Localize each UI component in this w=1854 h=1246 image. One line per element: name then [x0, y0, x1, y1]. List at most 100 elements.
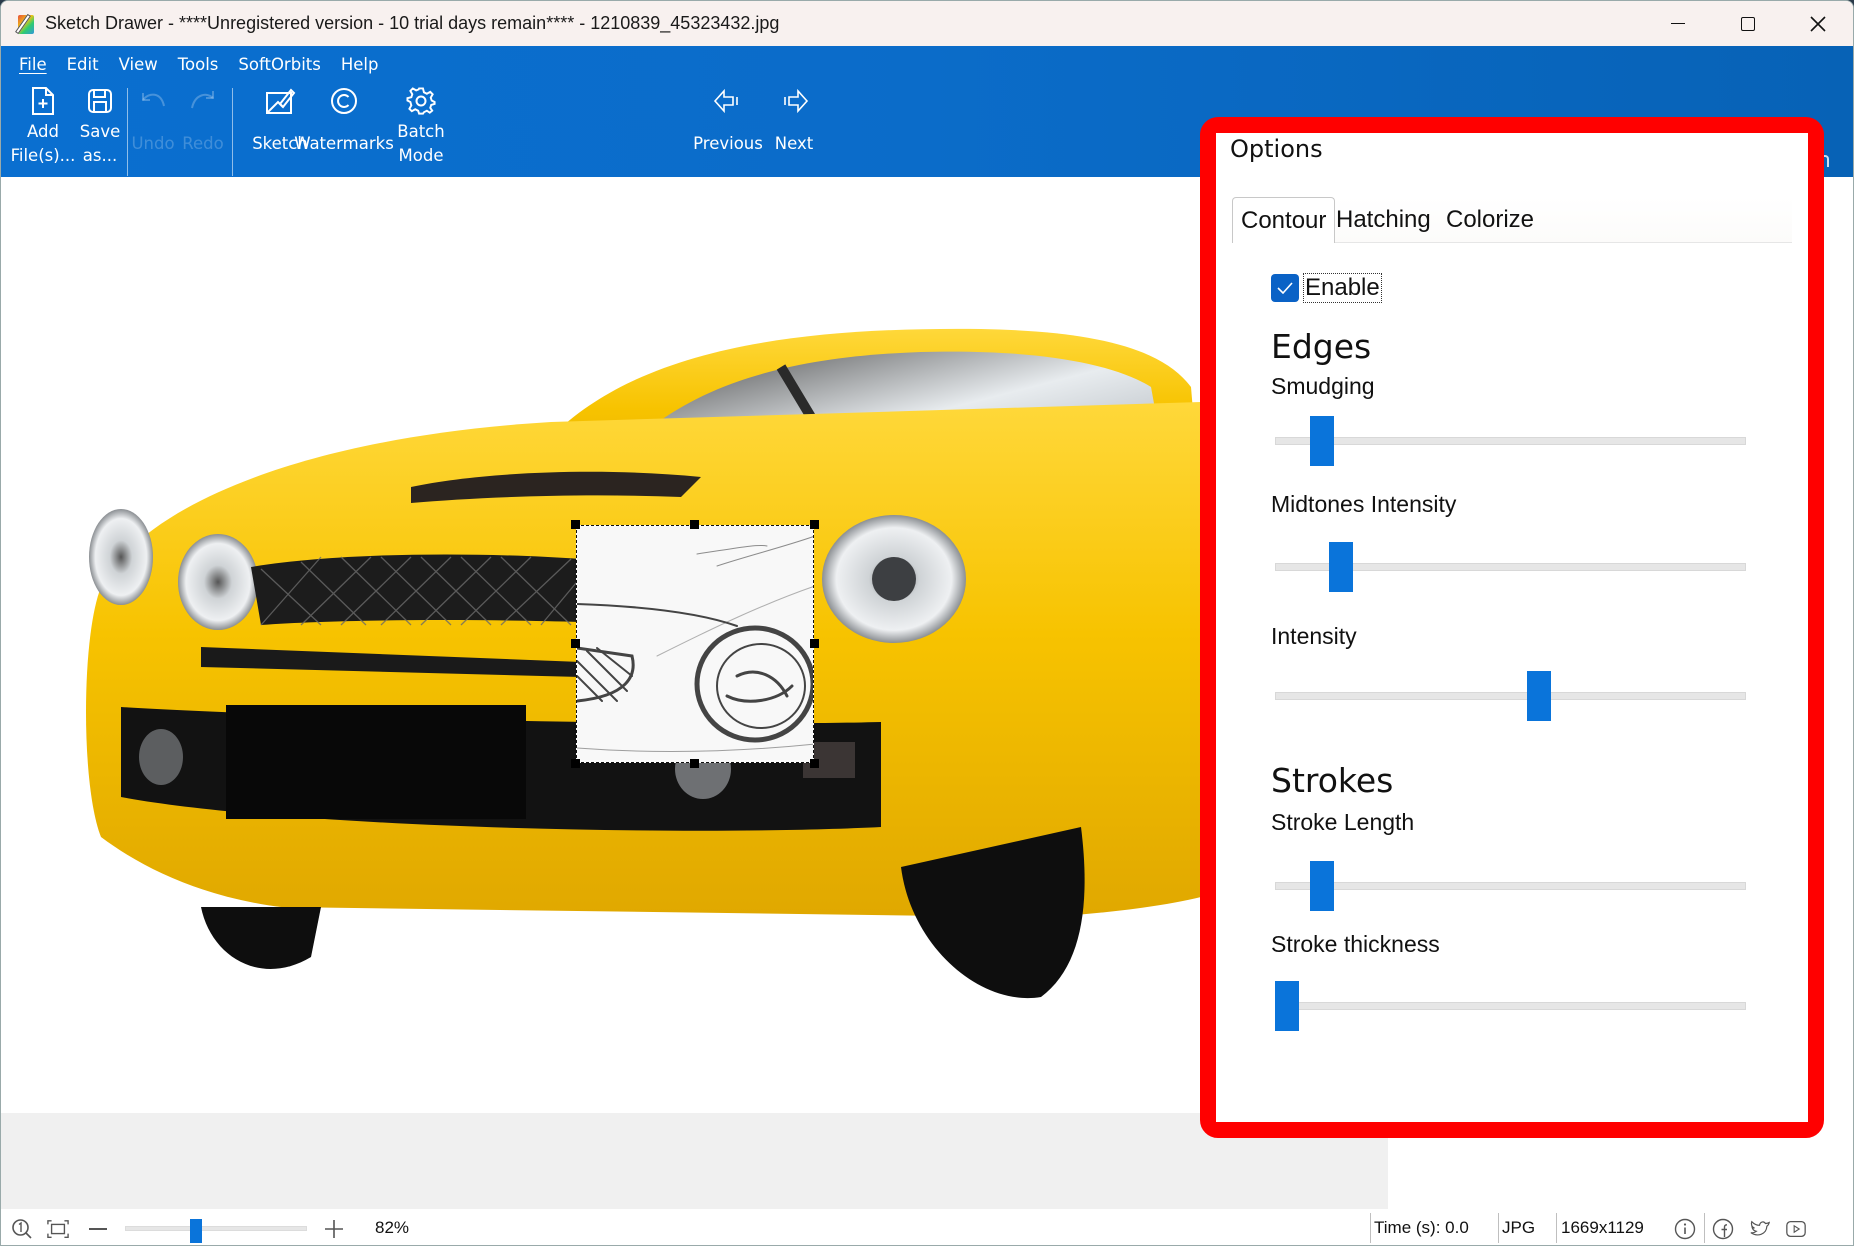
- selection-handle[interactable]: [571, 759, 580, 768]
- app-window: Sketch Drawer - ****Unregistered version…: [0, 0, 1854, 1246]
- canvas-background: [1, 1113, 1388, 1209]
- zoom-slider-track[interactable]: [125, 1226, 307, 1231]
- close-button[interactable]: [1783, 1, 1853, 46]
- selection-handle[interactable]: [690, 759, 699, 768]
- toolbar-separator: [232, 88, 233, 176]
- enable-checkbox[interactable]: [1271, 274, 1299, 302]
- slider-thumb[interactable]: [1526, 671, 1551, 721]
- minimize-button[interactable]: [1643, 1, 1713, 46]
- slider-thumb[interactable]: [1310, 861, 1335, 911]
- copyright-icon: [331, 88, 357, 114]
- sketch-icon: [266, 88, 296, 114]
- actual-size-button[interactable]: [11, 1218, 33, 1240]
- slider-thumb[interactable]: [1275, 981, 1299, 1031]
- redo-icon: [191, 91, 214, 109]
- statusbar-separator: [1704, 1213, 1705, 1243]
- statusbar-separator: [1370, 1213, 1371, 1243]
- slider-thumb[interactable]: [1310, 416, 1335, 466]
- add-files-button[interactable]: Add File(s)...: [11, 82, 75, 168]
- save-as-button[interactable]: Save as...: [75, 82, 125, 168]
- sketch-drawer-app-icon: [15, 13, 37, 35]
- menu-tools[interactable]: Tools: [168, 52, 229, 78]
- tab-hatching[interactable]: Hatching: [1328, 197, 1439, 243]
- watermarks-button[interactable]: Watermarks: [294, 82, 394, 156]
- slider-track[interactable]: [1275, 882, 1746, 890]
- checkmark-icon: [1277, 282, 1293, 294]
- title-bar: Sketch Drawer - ****Unregistered version…: [1, 1, 1853, 46]
- fit-to-window-button[interactable]: [47, 1218, 69, 1240]
- menu-view[interactable]: View: [109, 52, 168, 78]
- image-dimensions: 1669x1129: [1561, 1218, 1644, 1237]
- statusbar-separator: [1498, 1213, 1499, 1243]
- arrow-left-icon: [713, 88, 738, 114]
- maximize-button[interactable]: [1713, 1, 1783, 46]
- minus-icon: [89, 1228, 107, 1230]
- slider-track[interactable]: [1275, 1002, 1746, 1010]
- plus-icon: [325, 1220, 343, 1238]
- midtones-intensity-slider[interactable]: [1275, 542, 1746, 592]
- selection-handle[interactable]: [571, 520, 580, 529]
- menu-edit[interactable]: Edit: [57, 52, 109, 78]
- status-bar: 82% Time (s): 0.0 JPG 1669x1129: [1, 1209, 1853, 1245]
- arrow-right-icon: [784, 88, 809, 114]
- options-title: Options: [1230, 135, 1323, 163]
- image-format: JPG: [1502, 1218, 1536, 1237]
- intensity-label: Intensity: [1271, 623, 1357, 649]
- menu-help[interactable]: Help: [331, 52, 389, 78]
- menu-bar: File Edit View Tools SoftOrbits Help: [9, 52, 388, 78]
- tab-colorize[interactable]: Colorize: [1438, 197, 1542, 243]
- add-file-icon: [32, 87, 54, 115]
- next-button[interactable]: Next: [767, 82, 821, 156]
- undo-icon: [142, 93, 165, 107]
- sketch-preview-image: [577, 526, 813, 762]
- zoom-actual-size-icon: [12, 1219, 32, 1239]
- facebook-button[interactable]: [1712, 1218, 1734, 1240]
- zoom-in-button[interactable]: [323, 1218, 345, 1240]
- statusbar-separator: [1556, 1213, 1557, 1243]
- selection-handle[interactable]: [810, 759, 819, 768]
- zoom-percent: 82%: [375, 1218, 410, 1237]
- save-icon: [88, 89, 112, 113]
- enable-label: Enable: [1303, 273, 1382, 303]
- stroke-length-slider[interactable]: [1275, 861, 1746, 911]
- gear-icon: [406, 87, 436, 115]
- slider-track[interactable]: [1275, 692, 1746, 700]
- processing-time: Time (s): 0.0: [1374, 1218, 1469, 1237]
- facebook-icon: [1712, 1218, 1734, 1240]
- maximize-icon: [1741, 16, 1755, 31]
- zoom-slider-thumb[interactable]: [189, 1219, 202, 1243]
- selection-handle[interactable]: [810, 520, 819, 529]
- window-title: Sketch Drawer - ****Unregistered version…: [45, 13, 780, 33]
- stroke-length-label: Stroke Length: [1271, 809, 1415, 835]
- info-icon: [1674, 1218, 1696, 1240]
- stroke-thickness-slider[interactable]: [1275, 981, 1746, 1031]
- menu-file[interactable]: File: [9, 52, 57, 78]
- midtones-intensity-label: Midtones Intensity: [1271, 491, 1457, 517]
- previous-button[interactable]: Previous: [693, 82, 763, 156]
- twitter-icon: [1750, 1220, 1771, 1236]
- zoom-out-button[interactable]: [87, 1218, 109, 1240]
- stroke-thickness-label: Stroke thickness: [1271, 931, 1440, 957]
- selection-handle[interactable]: [810, 639, 819, 648]
- twitter-button[interactable]: [1749, 1218, 1771, 1240]
- selection-handle[interactable]: [690, 520, 699, 529]
- undo-button[interactable]: Undo: [131, 82, 175, 156]
- selection-handle[interactable]: [571, 639, 580, 648]
- sketch-preview-selection[interactable]: [576, 525, 814, 763]
- batch-mode-button[interactable]: Batch Mode: [393, 82, 449, 168]
- toolbar-separator: [127, 88, 128, 176]
- intensity-slider[interactable]: [1275, 671, 1746, 721]
- menu-softorbits[interactable]: SoftOrbits: [228, 52, 330, 78]
- redo-button[interactable]: Redo: [181, 82, 225, 156]
- youtube-button[interactable]: [1785, 1218, 1807, 1240]
- info-button[interactable]: [1674, 1218, 1696, 1240]
- options-tabs: Contour Hatching Colorize: [1232, 197, 1792, 243]
- tab-contour[interactable]: Contour: [1232, 197, 1336, 243]
- slider-track[interactable]: [1275, 437, 1746, 445]
- options-panel: Options Contour Hatching Colorize Enable…: [1216, 133, 1808, 1122]
- section-strokes: Strokes: [1271, 761, 1394, 800]
- close-icon: [1810, 15, 1826, 32]
- smudging-slider[interactable]: [1275, 416, 1746, 466]
- slider-thumb[interactable]: [1328, 542, 1353, 592]
- enable-checkbox-row[interactable]: Enable: [1271, 273, 1382, 303]
